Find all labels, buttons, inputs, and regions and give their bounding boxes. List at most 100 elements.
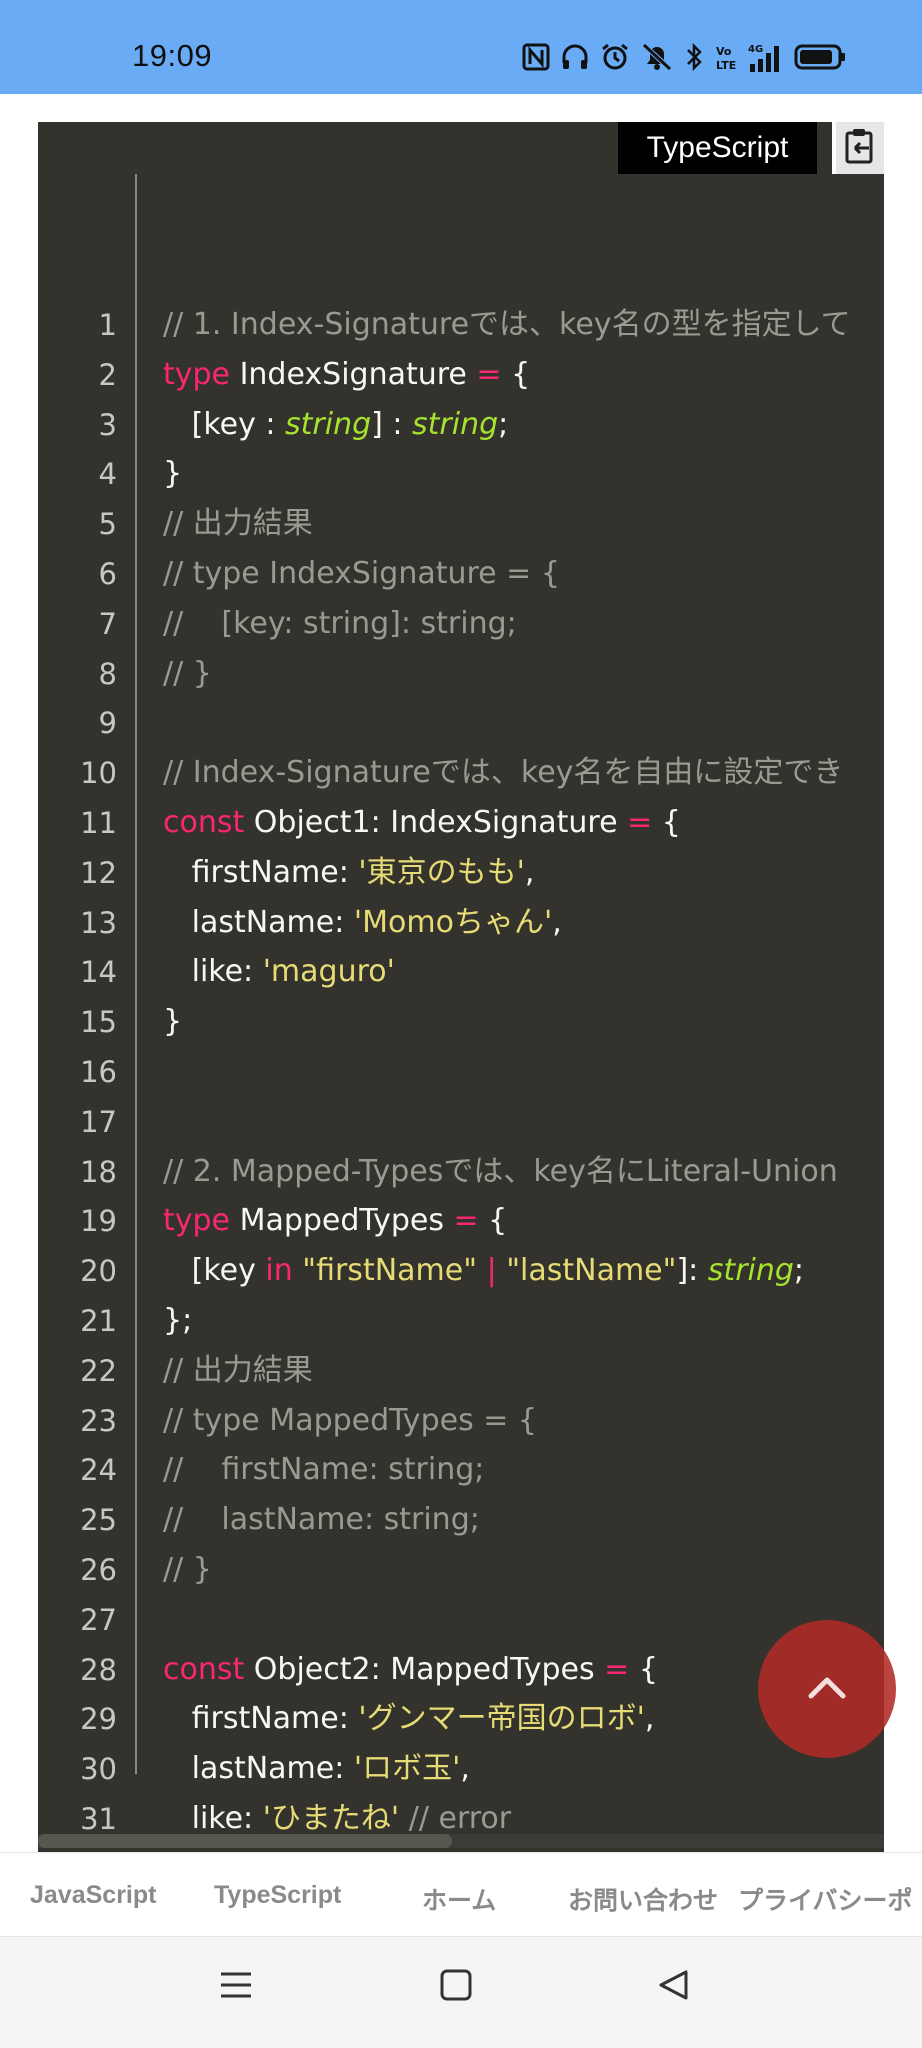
code-token: const xyxy=(163,1651,245,1687)
svg-text:4G: 4G xyxy=(748,44,763,55)
code-token: const xyxy=(163,805,245,840)
code-line: 18 // 2. Mapped-Typesでは、key名にLiteral-Unio… xyxy=(38,1147,884,1197)
nav-typescript[interactable]: TypeScript xyxy=(214,1881,341,1910)
line-number: 7 xyxy=(98,606,117,641)
status-time: 19:09 xyxy=(132,38,213,73)
code-line: 30 lastName: 'ロボ玉', xyxy=(38,1744,884,1794)
line-source: // firstName: string; xyxy=(163,1445,484,1495)
svg-text:Vo: Vo xyxy=(716,45,732,58)
code-token: firstName: xyxy=(163,1701,359,1737)
code-token: { xyxy=(501,356,531,392)
code-token: , xyxy=(524,854,535,890)
code-token: [key xyxy=(163,1253,266,1289)
code-line: 22 // 出力結果 xyxy=(38,1346,884,1396)
code-token: '東京のもも' xyxy=(358,854,525,890)
nav-home[interactable]: ホーム xyxy=(422,1881,496,1917)
signal-4g-icon: 4G xyxy=(748,42,784,72)
nav-privacy[interactable]: プライバシーポ xyxy=(738,1881,913,1917)
code-token: firstName: xyxy=(163,854,359,890)
svg-text:LTE: LTE xyxy=(716,59,736,72)
code-token: string xyxy=(707,1253,794,1289)
code-token: Object1: IndexSignature xyxy=(244,805,628,840)
code-token: = xyxy=(627,805,653,840)
line-number: 12 xyxy=(80,855,117,890)
alarm-icon xyxy=(600,42,630,72)
code-token: [key : xyxy=(163,406,286,442)
code-line: 27 xyxy=(38,1595,884,1645)
line-number: 14 xyxy=(80,955,117,990)
code-token: // type MappedTypes = { xyxy=(163,1402,537,1438)
line-number: 15 xyxy=(80,1005,117,1040)
line-source: lastName: 'ロボ玉', xyxy=(163,1744,470,1794)
code-token: { xyxy=(478,1203,508,1239)
line-source: // [key: string]: string; xyxy=(163,599,517,649)
code-token: // 2. Mapped-Typesでは、key名にLiteral-Union xyxy=(163,1153,838,1189)
code-token: ] : xyxy=(371,406,413,442)
home-square-icon[interactable] xyxy=(438,1967,474,2007)
code-token: 'ロボ玉' xyxy=(353,1751,461,1787)
line-number: 26 xyxy=(80,1553,117,1587)
code-token: { xyxy=(652,805,681,840)
volte-icon: Vo LTE xyxy=(714,42,738,72)
line-number: 29 xyxy=(80,1702,117,1737)
line-source: [key : string] : string; xyxy=(163,400,509,450)
clipboard-copy-icon xyxy=(844,128,876,168)
line-number: 22 xyxy=(80,1353,117,1388)
line-number: 13 xyxy=(80,905,117,940)
line-source: // type MappedTypes = { xyxy=(163,1396,537,1446)
code-token: in xyxy=(265,1253,293,1289)
code-line: 9 xyxy=(38,698,884,748)
code-token: "firstName" xyxy=(302,1253,478,1289)
code-token: // 1. Index-Signatureでは、key名の型を指定して xyxy=(163,307,851,342)
line-number: 18 xyxy=(80,1154,117,1189)
code-line: 21}; xyxy=(38,1296,884,1346)
code-line: 14 like: 'maguro' xyxy=(38,947,884,997)
menu-icon[interactable] xyxy=(218,1967,254,2007)
line-number: 10 xyxy=(80,756,117,791)
code-token: // firstName: string; xyxy=(163,1452,485,1488)
code-token: = xyxy=(453,1203,479,1239)
line-source: // 2. Mapped-Typesでは、key名にLiteral-Union xyxy=(163,1147,838,1197)
line-source: type IndexSignature = { xyxy=(163,350,530,400)
nav-javascript[interactable]: JavaScript xyxy=(30,1881,156,1910)
code-token: type xyxy=(163,1203,231,1239)
line-source: // 出力結果 xyxy=(163,499,313,549)
code-token: ]: xyxy=(676,1253,708,1289)
code-token: // lastName: string; xyxy=(163,1502,480,1538)
code-line: 2 type IndexSignature = { xyxy=(38,350,884,400)
code-line: 24 // firstName: string; xyxy=(38,1445,884,1495)
line-number: 2 xyxy=(98,357,117,392)
line-source: // 1. Index-Signatureでは、key名の型を指定して xyxy=(163,300,851,350)
code-line: 15} xyxy=(38,997,884,1047)
line-source: // 出力結果 xyxy=(163,1346,313,1396)
line-number: 5 xyxy=(98,507,117,542)
line-source: const Object2: MappedTypes = { xyxy=(163,1645,658,1695)
copy-code-button[interactable] xyxy=(832,122,884,174)
code-line: 6 // type IndexSignature = { xyxy=(38,549,884,599)
code-line: 23 // type MappedTypes = { xyxy=(38,1396,884,1446)
line-number: 4 xyxy=(98,457,117,492)
code-line: 12 firstName: '東京のもも', xyxy=(38,848,884,898)
nav-contact[interactable]: お問い合わせ xyxy=(568,1881,718,1917)
code-token: // } xyxy=(163,655,212,691)
code-token: | xyxy=(486,1253,497,1289)
code-line: 3 [key : string] : string; xyxy=(38,400,884,450)
code-token: } xyxy=(163,456,183,492)
back-to-top-button[interactable] xyxy=(758,1620,896,1758)
line-source: // lastName: string; xyxy=(163,1495,480,1545)
scrollbar-thumb[interactable] xyxy=(38,1834,452,1848)
line-source: // Index-Signatureでは、key名を自由に設定でき xyxy=(163,748,843,798)
battery-icon xyxy=(794,44,846,70)
code-line: 16 xyxy=(38,1047,884,1097)
code-token: // } xyxy=(163,1552,212,1587)
code-token: } xyxy=(163,1004,183,1040)
line-number: 16 xyxy=(80,1055,117,1089)
back-triangle-icon[interactable] xyxy=(656,1967,692,2007)
code-line: 26 // } xyxy=(38,1545,884,1595)
line-source: } xyxy=(163,997,182,1047)
code-line: 20 [key in "firstName" | "lastName"]: st… xyxy=(38,1246,884,1296)
line-source: firstName: '東京のもも', xyxy=(163,848,535,898)
code-token: type xyxy=(163,356,231,392)
code-token: , xyxy=(644,1701,655,1737)
